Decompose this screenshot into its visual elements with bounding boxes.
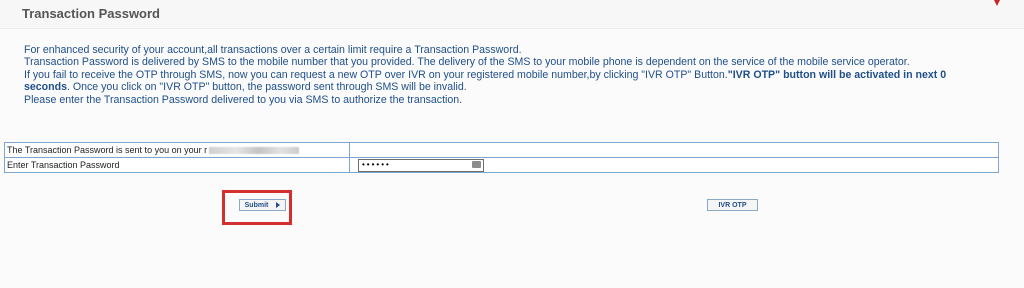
info-text: For enhanced security of your account,al… [24, 44, 1014, 106]
page-title: Transaction Password [22, 6, 160, 21]
sent-to-row: The Transaction Password is sent to you … [4, 142, 999, 158]
ivr-countdown-text: "IVR OTP" button will be activated in ne… [727, 68, 947, 81]
info-line-4-text: . Once you click on "IVR OTP" button, th… [66, 81, 467, 94]
ivr-otp-button[interactable]: IVR OTP [707, 199, 758, 211]
sent-to-cell: The Transaction Password is sent to you … [4, 142, 350, 158]
title-bar: Transaction Password [0, 0, 1024, 29]
virtual-keyboard-icon[interactable] [472, 160, 481, 168]
password-row: Enter Transaction Password [4, 157, 999, 173]
transaction-password-page: Transaction Password For enhanced securi… [0, 0, 1024, 288]
password-input-wrapper [358, 158, 484, 172]
sent-to-label: The Transaction Password is sent to you … [7, 145, 208, 155]
transaction-password-input[interactable] [358, 158, 484, 172]
ivr-countdown-unit: seconds [24, 81, 67, 94]
play-arrow-icon [276, 202, 281, 208]
info-line-4: seconds. Once you click on "IVR OTP" but… [24, 81, 1014, 93]
submit-button-label: Submit [244, 201, 269, 209]
info-line-3-text: If you fail to receive the OTP through S… [24, 68, 728, 81]
ivr-otp-button-label: IVR OTP [718, 201, 747, 209]
submit-button[interactable]: Submit [239, 199, 286, 211]
info-line-3: If you fail to receive the OTP through S… [24, 69, 1014, 81]
info-line-5: Please enter the Transaction Password de… [24, 93, 463, 106]
redacted-mobile-number [209, 147, 300, 155]
password-form: The Transaction Password is sent to you … [4, 142, 999, 173]
password-label: Enter Transaction Password [7, 160, 120, 170]
password-input-cell [349, 157, 999, 173]
info-line-1: For enhanced security of your account,al… [24, 44, 522, 56]
info-line-2: Transaction Password is delivered by SMS… [24, 56, 910, 69]
password-label-cell: Enter Transaction Password [4, 157, 350, 173]
sent-to-empty-cell [349, 142, 999, 158]
red-marker-icon [992, 0, 1002, 6]
